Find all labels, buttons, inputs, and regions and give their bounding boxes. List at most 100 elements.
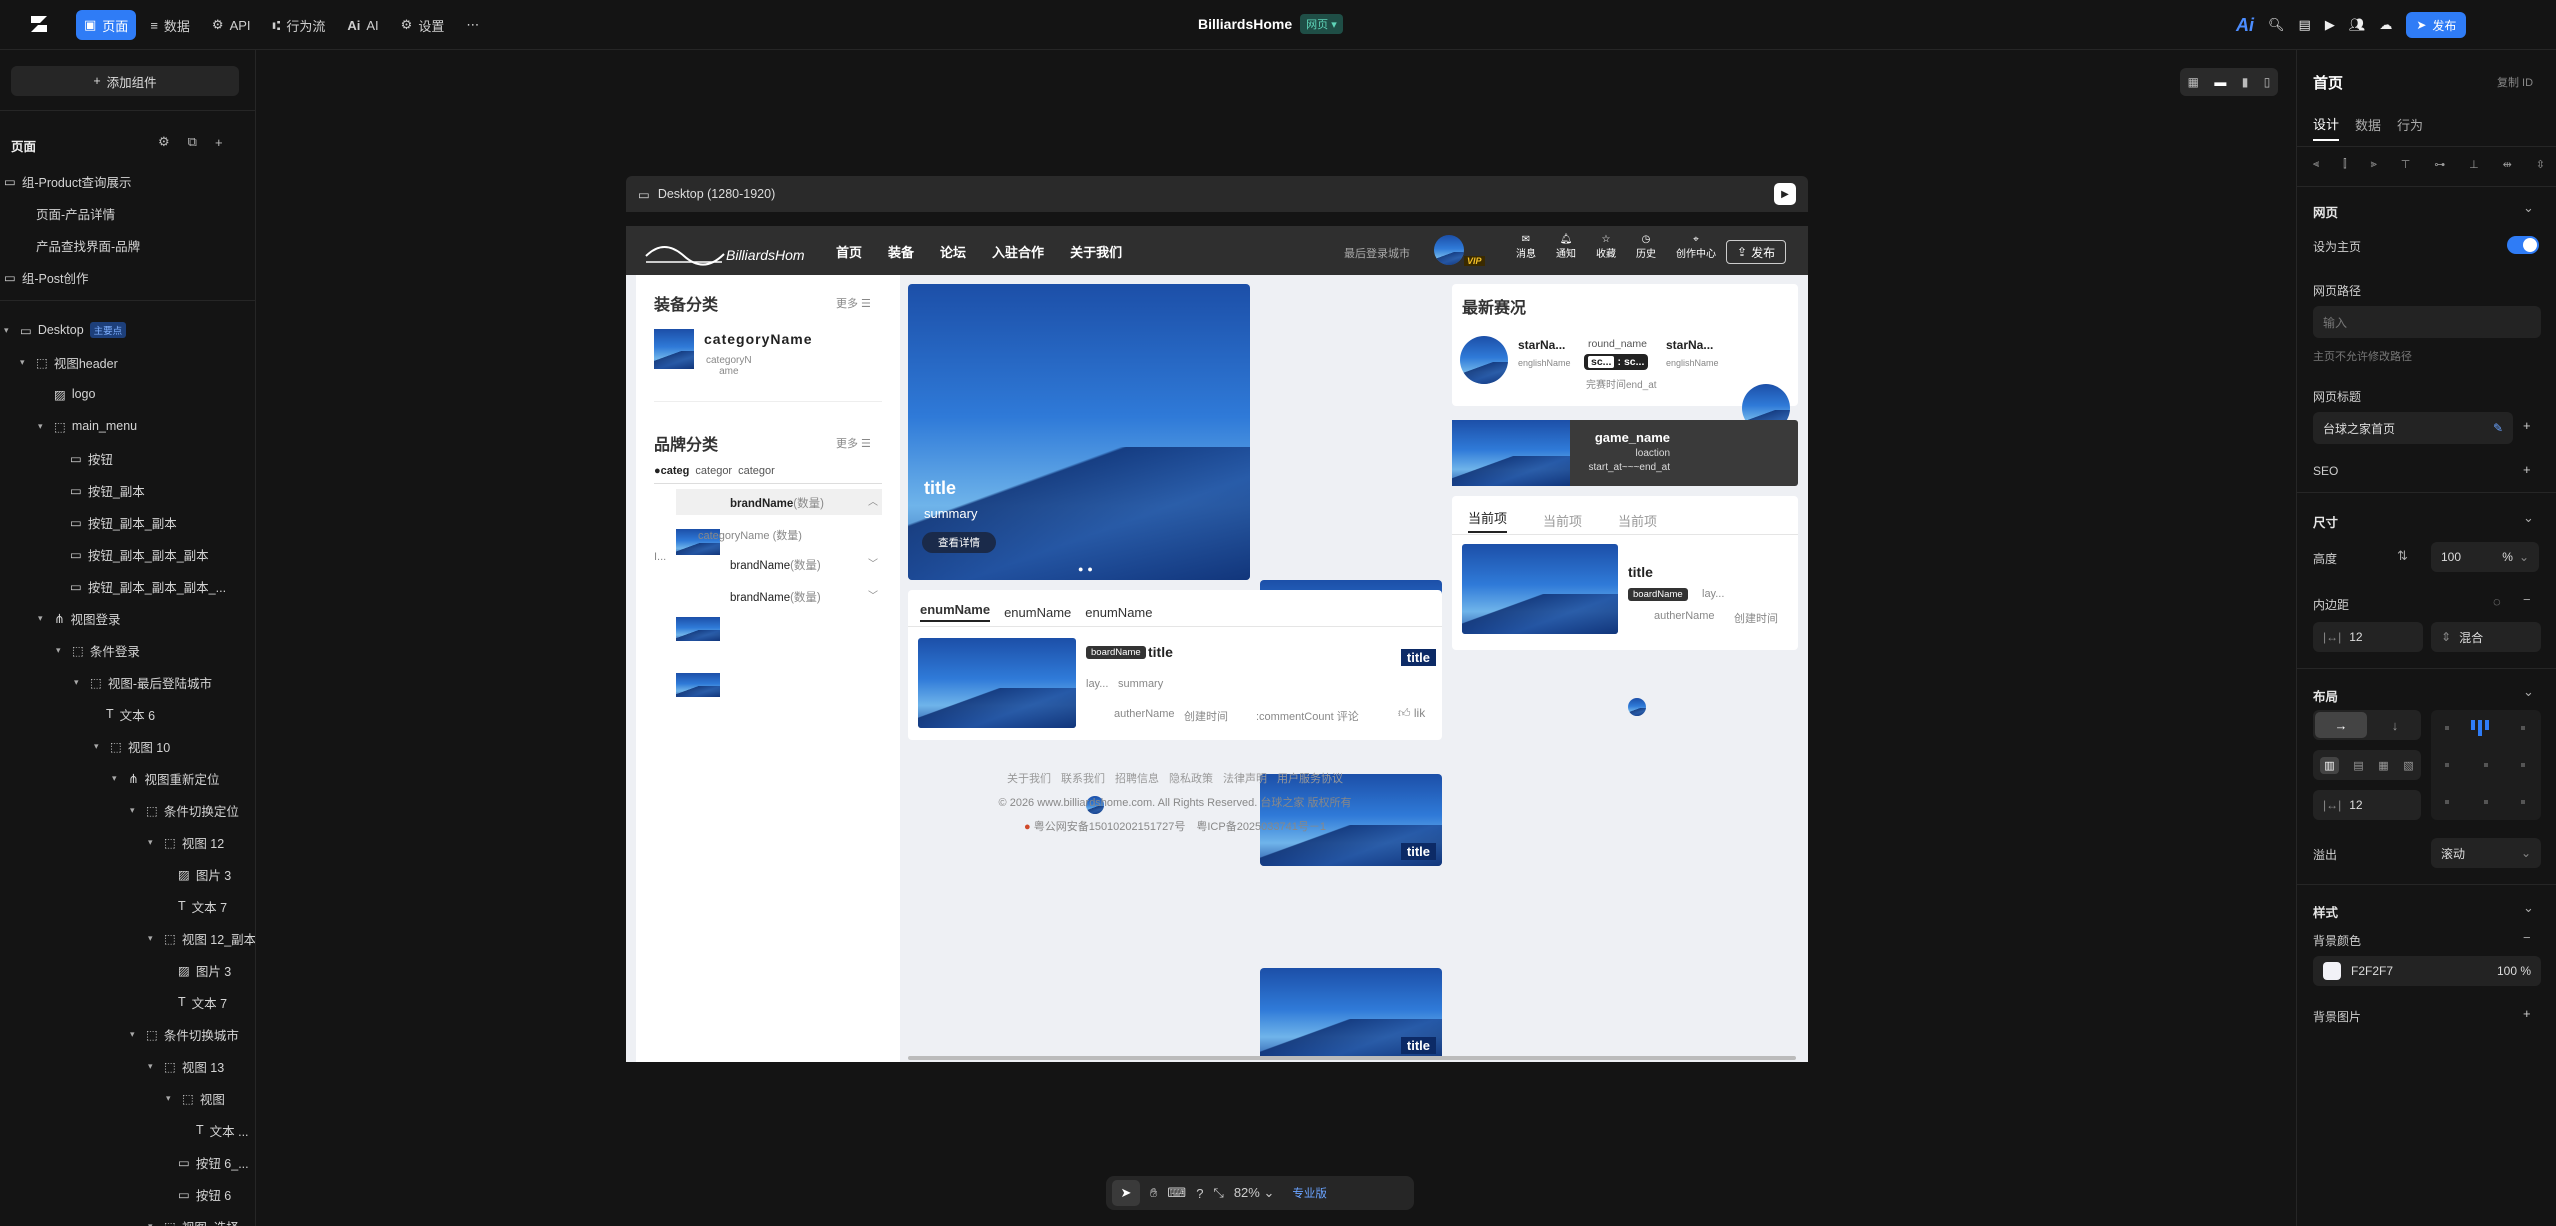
favorites-button[interactable]: ☆ 收藏: [1596, 234, 1616, 260]
pointer-tool-icon[interactable]: ➤: [1112, 1180, 1140, 1206]
like-button[interactable]: 👍︎ lik: [1398, 706, 1425, 721]
add-component-button[interactable]: + 添加组件: [11, 66, 239, 96]
tab-data[interactable]: 数据: [2355, 115, 2381, 140]
avatar[interactable]: [1434, 235, 1464, 265]
overflow-select[interactable]: 滚动 ⌄: [2431, 838, 2541, 868]
enum-tab-active[interactable]: enumName: [920, 602, 991, 622]
tree-node[interactable]: ▨ logo: [54, 381, 95, 407]
cloud-icon[interactable]: ☁: [2379, 17, 2392, 33]
hero-banner[interactable]: title summary 查看详情 ●●: [908, 284, 1250, 580]
nav-cooperation[interactable]: 入驻合作: [992, 242, 1044, 261]
direction-column-icon[interactable]: ↓: [2369, 718, 2421, 733]
bg-color-input[interactable]: F2F2F7 100 %: [2313, 956, 2541, 986]
message-button[interactable]: ✉ 消息: [1516, 234, 1536, 260]
tree-node[interactable]: ▾ ⬚ 视图: [166, 1085, 225, 1111]
tree-node[interactable]: ▾ ⬚ 视图 12_副本: [148, 925, 255, 951]
chevron-down-icon[interactable]: ⌄: [2523, 900, 2534, 916]
tree-node[interactable]: ▾ ⬚ 视图 10: [94, 733, 170, 759]
enum-tab[interactable]: enumName: [1004, 605, 1071, 620]
carousel-dots[interactable]: ●●: [1078, 564, 1097, 574]
add-seo-icon[interactable]: +: [2523, 462, 2531, 477]
footer-link[interactable]: 招聘信息: [1115, 770, 1159, 786]
tree-node[interactable]: ▭ 按钮_副本_副本_副本_...: [70, 573, 226, 599]
zoom-select[interactable]: 82% ⌄: [1234, 1185, 1275, 1201]
add-bg-image-icon[interactable]: +: [2523, 1006, 2531, 1021]
add-page-icon[interactable]: +: [215, 135, 223, 150]
menu-page[interactable]: ▣ 页面: [76, 10, 137, 40]
menu-settings[interactable]: ⚙ 设置: [393, 10, 453, 40]
mobile-icon[interactable]: ▯: [2264, 75, 2271, 89]
remove-icon[interactable]: −: [2523, 930, 2531, 945]
current-tab[interactable]: 当前项: [1618, 511, 1657, 530]
nav-home[interactable]: 首页: [836, 242, 862, 261]
brand-image[interactable]: [676, 617, 720, 641]
tree-node[interactable]: T 文本 7: [178, 893, 227, 919]
chevron-down-icon[interactable]: ⌄: [2523, 510, 2534, 526]
publish-button[interactable]: ➤ 发布: [2406, 12, 2467, 38]
thumb-card[interactable]: title: [1260, 968, 1442, 1060]
more-icon[interactable]: ⋯: [458, 10, 487, 40]
color-swatch[interactable]: [2323, 962, 2341, 980]
tree-node[interactable]: ▾ ▭ Desktop 主要点: [4, 317, 127, 343]
brand-tab[interactable]: categor: [738, 465, 775, 477]
creator-center-button[interactable]: ⌖ 创作中心: [1676, 234, 1716, 260]
menu-ai[interactable]: Ai AI: [339, 10, 386, 40]
chevron-up-icon[interactable]: ︿: [868, 493, 878, 508]
tree-node[interactable]: ▾ ⬚ 条件切换定位: [130, 797, 239, 823]
align-left-icon[interactable]: ⫷: [2313, 158, 2319, 171]
item-author[interactable]: autherName: [1654, 610, 1715, 622]
menu-api[interactable]: ⚙ API: [204, 10, 259, 40]
brand-sub-category[interactable]: categoryName (数量): [698, 527, 802, 543]
page-type-badge[interactable]: 网页 ▾: [1300, 14, 1343, 34]
tab-behavior[interactable]: 行为: [2397, 115, 2423, 140]
tree-node[interactable]: ▨ 图片 3: [178, 957, 231, 983]
set-home-toggle[interactable]: [2507, 236, 2539, 254]
tree-node[interactable]: ▾ ⋔ 视图重新定位: [112, 765, 220, 791]
path-input[interactable]: 输入: [2313, 306, 2541, 338]
app-logo-icon[interactable]: [28, 13, 50, 35]
link-icon[interactable]: ✎: [2493, 421, 2503, 435]
gap-input[interactable]: |↔| 12: [2313, 790, 2421, 820]
tree-node[interactable]: ▭ 按钮 6: [178, 1181, 231, 1207]
pro-label[interactable]: 专业版: [1292, 1185, 1327, 1201]
tree-node[interactable]: ▾ ⬚ 条件切换城市: [130, 1021, 239, 1047]
copy-id-button[interactable]: 复制 ID: [2497, 74, 2533, 90]
remove-icon[interactable]: −: [2523, 592, 2531, 607]
brand-name[interactable]: brandName(数量): [730, 557, 821, 573]
layout-option-icon[interactable]: ▤: [2353, 759, 2363, 772]
tree-node[interactable]: ▨ 图片 3: [178, 861, 231, 887]
brand-name[interactable]: brandName(数量): [730, 589, 821, 605]
tree-node[interactable]: T 文本 ...: [196, 1117, 249, 1143]
tree-node[interactable]: ▾ ⬚ 视图 12: [148, 829, 224, 855]
tree-node[interactable]: T 文本 7: [178, 989, 227, 1015]
chevron-down-icon[interactable]: ⌄: [2523, 684, 2534, 700]
direction-row-icon[interactable]: →: [2315, 712, 2367, 738]
brand-image[interactable]: [676, 673, 720, 697]
page-item[interactable]: ▭ 组-Product查询展示: [4, 168, 132, 194]
desktop-icon[interactable]: ▬: [2214, 75, 2226, 89]
tablet-icon[interactable]: ▮: [2242, 75, 2249, 89]
layout-option-icon[interactable]: ▦: [2378, 759, 2388, 772]
history-button[interactable]: ◷ 历史: [1636, 234, 1656, 260]
align-vcenter-icon[interactable]: ⊶: [2434, 158, 2445, 171]
chevron-down-icon[interactable]: ⌄: [2523, 200, 2534, 216]
tree-node[interactable]: ▾ ⬚ main_menu: [38, 413, 137, 439]
page-item[interactable]: ▭ 组-Post创作: [4, 264, 89, 290]
settings-icon[interactable]: ⚙: [158, 134, 170, 150]
alignment-grid[interactable]: [2431, 710, 2541, 820]
tree-node[interactable]: ▾ ⋔ 视图登录: [38, 605, 121, 631]
play-icon[interactable]: ▶: [2325, 17, 2335, 33]
tree-node[interactable]: ▭ 按钮 6_...: [178, 1149, 249, 1175]
horizontal-scrollbar[interactable]: [908, 1056, 1796, 1060]
footer-link[interactable]: 关于我们: [1007, 770, 1051, 786]
footer-link[interactable]: 隐私政策: [1169, 770, 1213, 786]
current-tab[interactable]: 当前项: [1543, 511, 1582, 530]
align-bottom-icon[interactable]: ⊥: [2469, 158, 2479, 171]
post-title[interactable]: title: [1148, 644, 1173, 660]
footer-link[interactable]: 联系我们: [1061, 770, 1105, 786]
users-icon[interactable]: 👥︎: [2349, 17, 2366, 33]
height-mode-icon[interactable]: ⇅: [2397, 548, 2408, 564]
tree-node[interactable]: ▾ ⬚ 视图 13: [148, 1053, 224, 1079]
grid-icon[interactable]: ▦: [2188, 75, 2199, 89]
add-icon[interactable]: +: [2523, 418, 2531, 433]
